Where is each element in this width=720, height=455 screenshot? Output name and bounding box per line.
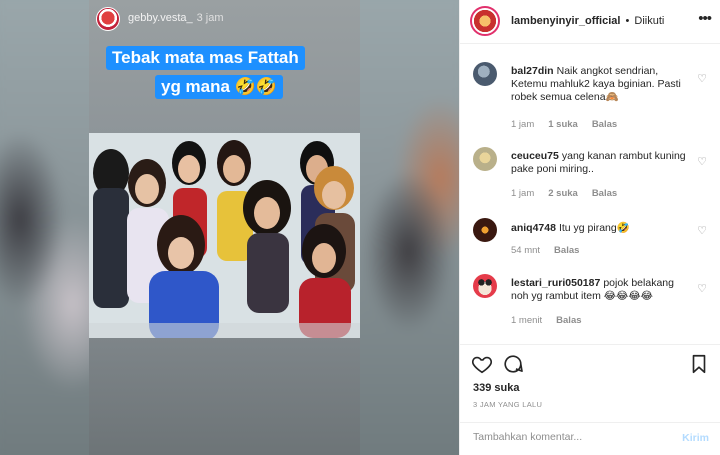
likes-count[interactable]: 339 suka <box>473 382 519 394</box>
comment-meta: 1 menit Balas <box>511 315 596 326</box>
comment-username[interactable]: bal27din <box>511 65 554 77</box>
account-username[interactable]: lambenyinyir_official <box>511 15 620 27</box>
comment-time[interactable]: 54 mnt <box>511 245 540 256</box>
comment-avatar[interactable] <box>473 147 497 171</box>
comment-time[interactable]: 1 jam <box>511 119 534 130</box>
comment-avatar[interactable] <box>473 274 497 298</box>
story-username: gebby.vesta_ <box>128 12 193 24</box>
post-header: lambenyinyir_official • Diikuti ••• <box>460 0 720 44</box>
post-side-panel: lambenyinyir_official • Diikuti ••• bal2… <box>459 0 720 455</box>
add-comment-bar: Kirim <box>460 422 720 455</box>
header-user-line: lambenyinyir_official • Diikuti <box>511 15 664 27</box>
comment-input[interactable] <box>473 431 673 443</box>
comment-meta: 1 jam 2 suka Balas <box>511 188 631 199</box>
follow-status[interactable]: Diikuti <box>634 15 664 27</box>
comment-username[interactable]: lestari_ruri050187 <box>511 277 600 289</box>
comment-icon[interactable] <box>502 353 524 375</box>
heart-outline-icon[interactable]: ♡ <box>697 224 707 237</box>
comment-username[interactable]: ceuceu75 <box>511 150 559 162</box>
reply-button[interactable]: Balas <box>556 315 581 326</box>
heart-outline-icon[interactable]: ♡ <box>697 72 707 85</box>
post-actions: 339 suka 3 JAM YANG LALU <box>460 344 720 414</box>
comment-body: aniq4748 Itu yg pirang🤣 <box>511 222 691 235</box>
reply-button[interactable]: Balas <box>592 119 617 130</box>
story-username-line: gebby.vesta_ 3 jam <box>128 12 224 24</box>
comment-time[interactable]: 1 jam <box>511 188 534 199</box>
comment-body: bal27din Naik angkot sendrian, Ketemu mah… <box>511 65 691 104</box>
reply-button[interactable]: Balas <box>554 245 579 256</box>
story-caption-line2: yg mana 🤣🤣 <box>155 75 284 99</box>
comment-meta: 54 mnt Balas <box>511 245 593 256</box>
story-avatar <box>96 7 120 31</box>
post-media[interactable]: gebby.vesta_ 3 jam Tebak mata mas Fattah … <box>0 0 459 455</box>
story-bottom-area <box>89 338 360 455</box>
comment-meta: 1 jam 1 suka Balas <box>511 119 631 130</box>
comment-body: ceuceu75 yang kanan rambut kuning pake po… <box>511 150 691 176</box>
comment-list: bal27din Naik angkot sendrian, Ketemu mah… <box>460 44 720 344</box>
heart-outline-icon[interactable]: ♡ <box>697 155 707 168</box>
comment-username[interactable]: aniq4748 <box>511 222 556 234</box>
story-caption-line1: Tebak mata mas Fattah <box>106 46 305 70</box>
comment-likes[interactable]: 2 suka <box>548 188 578 199</box>
comment-text: Itu yg pirang🤣 <box>558 222 630 234</box>
header-separator: • <box>625 15 630 27</box>
heart-icon[interactable] <box>471 353 493 375</box>
comment-avatar[interactable] <box>473 62 497 86</box>
more-horizontal-icon[interactable]: ••• <box>698 10 712 27</box>
comment-body: lestari_ruri050187 pojok belakang noh yg … <box>511 277 691 303</box>
account-avatar[interactable] <box>470 6 500 36</box>
heart-outline-icon[interactable]: ♡ <box>697 282 707 295</box>
story-screenshot: gebby.vesta_ 3 jam Tebak mata mas Fattah … <box>89 0 360 455</box>
comment-likes[interactable]: 1 suka <box>548 119 578 130</box>
story-time: 3 jam <box>196 12 224 24</box>
post-timestamp: 3 JAM YANG LALU <box>473 400 543 409</box>
reply-button[interactable]: Balas <box>592 188 617 199</box>
post-comment-button[interactable]: Kirim <box>682 432 709 444</box>
bookmark-icon[interactable] <box>688 353 710 375</box>
group-photo-illustration <box>89 133 360 338</box>
comment-avatar[interactable] <box>473 218 497 242</box>
group-photo <box>89 133 360 338</box>
comment-time[interactable]: 1 menit <box>511 315 542 326</box>
